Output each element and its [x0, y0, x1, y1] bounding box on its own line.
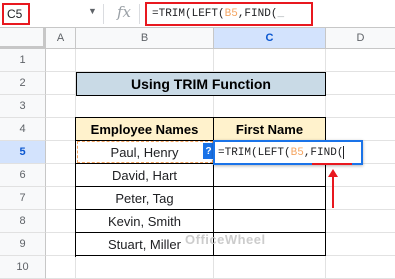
formula-ref: B5 — [224, 8, 238, 20]
cell-editor[interactable]: =TRIM(LEFT(B5 ,FIND( — [213, 140, 363, 165]
highlight-underline — [312, 163, 352, 165]
employee-name: David, Hart — [111, 167, 178, 183]
table-cell-c7[interactable] — [214, 187, 326, 210]
column-label: A — [56, 32, 65, 44]
row-label: 8 — [19, 215, 26, 227]
column-label: B — [140, 32, 149, 44]
column-header-c[interactable]: C — [214, 28, 326, 49]
row-header-2[interactable]: 2 — [0, 72, 46, 95]
divider — [139, 4, 140, 24]
arrow-shaft — [332, 176, 334, 208]
reference-highlight — [77, 141, 213, 163]
name-box-label: C5 — [7, 7, 23, 21]
editor-prefix: =TRIM(LEFT( — [218, 146, 291, 159]
employee-name: Kevin, Smith — [108, 213, 181, 229]
fx-icon: fx — [117, 3, 132, 21]
header-label: First Name — [235, 121, 304, 137]
row-header-4[interactable]: 4 — [0, 118, 46, 141]
header-employee-names[interactable]: Employee Names — [76, 118, 214, 141]
row-header-3[interactable]: 3 — [0, 95, 46, 118]
formula-input[interactable]: =TRIM(LEFT(B5 ,FIND(_ — [145, 2, 313, 26]
row-header-8[interactable]: 8 — [0, 210, 46, 233]
row-label: 10 — [16, 261, 29, 273]
employee-name: Stuart, Miller — [108, 236, 181, 252]
row-label: 2 — [19, 77, 26, 89]
editor-suffix: ,FIND( — [303, 146, 344, 159]
table-cell-b8[interactable]: Kevin, Smith — [76, 210, 214, 233]
name-box[interactable]: C5 — [2, 3, 30, 25]
column-header-d[interactable]: D — [326, 28, 395, 49]
row-label: 7 — [19, 192, 26, 204]
sheet-title-text: Using TRIM Function — [131, 76, 271, 92]
row-label: 6 — [19, 169, 26, 181]
table-cell-c6[interactable] — [214, 164, 326, 187]
formula-prefix: =TRIM(LEFT( — [152, 8, 225, 20]
table-cell-b6[interactable]: David, Hart — [76, 164, 214, 187]
spreadsheet-grid: A B C D 1 2 3 4 5 6 7 8 9 10 Using TRIM … — [0, 28, 395, 279]
header-first-name[interactable]: First Name — [214, 118, 326, 141]
column-header-a[interactable]: A — [46, 28, 76, 49]
row-header-1[interactable]: 1 — [0, 49, 46, 72]
text-cursor — [343, 146, 345, 159]
sheet-title[interactable]: Using TRIM Function — [76, 72, 326, 96]
formula-suffix: ,FIND( — [237, 8, 278, 20]
editor-ref: B5 — [290, 146, 304, 159]
column-label: D — [356, 32, 365, 44]
employee-name: Peter, Tag — [115, 190, 174, 206]
watermark-logo: OfficeWheel — [185, 232, 266, 247]
formula-bar: C5 ▼ fx =TRIM(LEFT(B5 ,FIND(_ — [0, 0, 395, 28]
divider — [103, 4, 104, 24]
row-header-6[interactable]: 6 — [0, 164, 46, 187]
chevron-down-icon[interactable]: ▼ — [88, 6, 97, 16]
text-cursor: _ — [277, 8, 285, 20]
column-header-b[interactable]: B — [76, 28, 214, 49]
row-header-5[interactable]: 5 — [0, 141, 46, 164]
row-header-10[interactable]: 10 — [0, 256, 46, 279]
table-cell-b7[interactable]: Peter, Tag — [76, 187, 214, 210]
row-label: 1 — [19, 54, 26, 66]
row-label: 4 — [19, 123, 26, 135]
watermark-text: OfficeWheel — [185, 232, 266, 247]
column-label: C — [265, 32, 274, 44]
row-header-7[interactable]: 7 — [0, 187, 46, 210]
row-header-9[interactable]: 9 — [0, 233, 46, 256]
help-glyph: ? — [205, 145, 212, 157]
row-label: 9 — [19, 238, 26, 250]
row-label: 3 — [19, 100, 26, 112]
row-label: 5 — [19, 146, 26, 158]
header-label: Employee Names — [90, 121, 199, 137]
table-cell-c8[interactable] — [214, 210, 326, 233]
select-all-corner[interactable] — [0, 28, 46, 49]
